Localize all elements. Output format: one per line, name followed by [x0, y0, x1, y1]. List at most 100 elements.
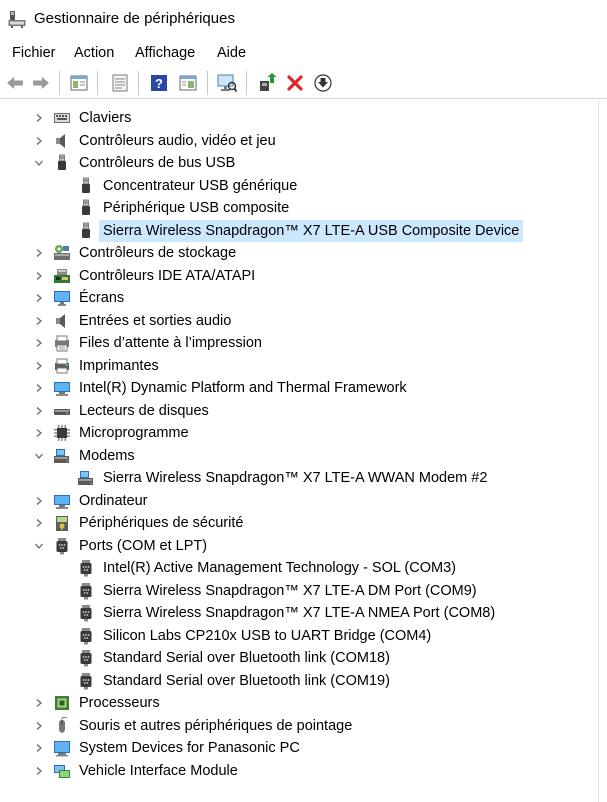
tree-device-sierra-wireless-snapdragon-x7-lte-a-dm-port-com9[interactable]: Sierra Wireless Snapdragon™ X7 LTE-A DM … [0, 580, 598, 602]
tree-category-lecteurs-de-disques[interactable]: Lecteurs de disques [0, 400, 598, 422]
chevron-right-icon[interactable] [34, 766, 44, 776]
tree-item-label: Silicon Labs CP210x USB to UART Bridge (… [103, 627, 432, 644]
chevron-right-icon[interactable] [34, 743, 44, 753]
tree-category-files-d-attente-a-l-impression[interactable]: Files d’attente à l’impression [0, 332, 598, 354]
back-icon[interactable] [4, 72, 26, 94]
tree-category-processeurs[interactable]: Processeurs [0, 692, 598, 714]
title-bar: Gestionnaire de périphériques [0, 0, 607, 40]
tree-item-label: Sierra Wireless Snapdragon™ X7 LTE-A USB… [99, 219, 524, 242]
tree-category-controleurs-de-stockage[interactable]: Contrôleurs de stockage [0, 242, 598, 264]
mouse-icon [53, 716, 71, 735]
tree-device-peripherique-usb-composite[interactable]: Périphérique USB composite [0, 197, 598, 219]
chevron-right-icon[interactable] [34, 361, 44, 371]
help-icon[interactable]: ? [148, 72, 170, 94]
tree-device-sierra-wireless-snapdragon-x7-lte-a-wwan-modem-2[interactable]: Sierra Wireless Snapdragon™ X7 LTE-A WWA… [0, 467, 598, 489]
tree-device-standard-serial-over-bluetooth-link-com18[interactable]: Standard Serial over Bluetooth link (COM… [0, 647, 598, 669]
chevron-right-icon[interactable] [34, 338, 44, 348]
disk-drive-icon [53, 402, 71, 420]
list-view-icon[interactable] [109, 72, 131, 94]
uninstall-device-icon[interactable] [284, 72, 306, 94]
chevron-right-icon[interactable] [34, 316, 44, 326]
tree-item-label: Intel(R) Dynamic Platform and Thermal Fr… [79, 380, 407, 396]
tree-category-ordinateur[interactable]: Ordinateur [0, 490, 598, 512]
tree-item-label: Périphériques de sécurité [79, 515, 244, 531]
computer-icon [53, 492, 71, 510]
chevron-right-icon[interactable] [34, 698, 44, 708]
chevron-right-icon[interactable] [34, 293, 44, 303]
tree-category-controleurs-ide-ata-atapi[interactable]: Contrôleurs IDE ATA/ATAPI [0, 265, 598, 287]
chevron-right-icon[interactable] [34, 136, 44, 146]
properties-pane-icon[interactable] [68, 72, 90, 94]
device-tree: Claviers Contrôleurs audio, vidéo et jeu C… [0, 100, 598, 802]
tree-category-imprimantes[interactable]: Imprimantes [0, 355, 598, 377]
tree-item-label: Concentrateur USB générique [103, 177, 298, 194]
window-title: Gestionnaire de périphériques [34, 10, 235, 27]
menu-action[interactable]: Action [74, 44, 114, 62]
port-icon [53, 537, 71, 555]
tree-device-intel-r-active-management-technology-sol-com3[interactable]: Intel(R) Active Management Technology - … [0, 557, 598, 579]
tree-item-label: Lecteurs de disques [79, 402, 209, 419]
port-icon [77, 627, 95, 645]
chevron-right-icon[interactable] [34, 248, 44, 258]
chevron-right-icon[interactable] [34, 428, 44, 438]
tree-category-ports-com-et-lpt[interactable]: Ports (COM et LPT) [0, 535, 598, 557]
device-manager-app-icon [8, 10, 26, 28]
keyboard-icon [53, 109, 71, 127]
tree-item-label: Sierra Wireless Snapdragon™ X7 LTE-A NME… [103, 605, 496, 621]
tree-category-controleurs-de-bus-usb[interactable]: Contrôleurs de bus USB [0, 152, 598, 174]
tree-item-label: Sierra Wireless Snapdragon™ X7 LTE-A DM … [103, 582, 477, 599]
chevron-down-icon[interactable] [34, 541, 44, 551]
storage-controller-icon [53, 244, 71, 262]
tree-category-controleurs-audio-video-et-jeu[interactable]: Contrôleurs audio, vidéo et jeu [0, 130, 598, 152]
tree-item-label: Modems [79, 447, 135, 464]
tree-category-microprogramme[interactable]: Microprogramme [0, 422, 598, 444]
tree-device-silicon-labs-cp210x-usb-to-uart-bridge-com4[interactable]: Silicon Labs CP210x USB to UART Bridge (… [0, 625, 598, 647]
usb-plug-icon [53, 154, 71, 172]
speaker-icon [53, 132, 71, 150]
chevron-right-icon[interactable] [34, 496, 44, 506]
scan-hardware-icon[interactable] [216, 72, 238, 94]
speaker-icon [53, 312, 71, 330]
tree-item-label: Microprogramme [79, 425, 189, 441]
tree-device-standard-serial-over-bluetooth-link-com19[interactable]: Standard Serial over Bluetooth link (COM… [0, 670, 598, 692]
tree-item-label: Standard Serial over Bluetooth link (COM… [103, 672, 390, 689]
tree-category-souris-et-autres-peripheriques-de-pointage[interactable]: Souris et autres périphériques de pointa… [0, 715, 598, 737]
port-icon [77, 649, 95, 667]
tree-device-sierra-wireless-snapdragon-x7-lte-a-usb-composite-device[interactable]: Sierra Wireless Snapdragon™ X7 LTE-A USB… [0, 219, 598, 242]
tree-item-label: Contrôleurs audio, vidéo et jeu [79, 132, 276, 149]
tree-item-label: Imprimantes [79, 357, 159, 374]
tree-device-concentrateur-usb-generique[interactable]: Concentrateur USB générique [0, 175, 598, 197]
tree-category-vehicle-interface-module[interactable]: Vehicle Interface Module [0, 760, 598, 782]
chevron-right-icon[interactable] [34, 271, 44, 281]
tree-category-entrees-et-sorties-audio[interactable]: Entrées et sorties audio [0, 310, 598, 332]
chevron-right-icon[interactable] [34, 518, 44, 528]
tree-item-label: Périphérique USB composite [103, 200, 290, 216]
computer-icon [53, 379, 71, 397]
tree-category-intel-r-dynamic-platform-and-thermal-framework[interactable]: Intel(R) Dynamic Platform and Thermal Fr… [0, 377, 598, 399]
toolbar: ? [0, 66, 607, 99]
menu-aide[interactable]: Aide [217, 44, 246, 62]
tree-category-modems[interactable]: Modems [0, 445, 598, 467]
update-driver-icon[interactable] [256, 72, 278, 94]
port-icon [77, 559, 95, 577]
tree-category-claviers[interactable]: Claviers [0, 107, 598, 129]
menu-fichier[interactable]: Fichier [12, 44, 56, 62]
chevron-right-icon[interactable] [34, 383, 44, 393]
chevron-right-icon[interactable] [34, 721, 44, 731]
chevron-down-icon[interactable] [34, 451, 44, 461]
chevron-down-icon[interactable] [34, 158, 44, 168]
tree-item-label: Standard Serial over Bluetooth link (COM… [103, 650, 390, 666]
tree-device-sierra-wireless-snapdragon-x7-lte-a-nmea-port-com8[interactable]: Sierra Wireless Snapdragon™ X7 LTE-A NME… [0, 602, 598, 624]
chevron-right-icon[interactable] [34, 113, 44, 123]
network-icon [53, 762, 71, 780]
download-driver-icon[interactable] [312, 72, 334, 94]
menu-affichage[interactable]: Affichage [135, 44, 195, 62]
tree-category-system-devices-for-panasonic-pc[interactable]: System Devices for Panasonic PC [0, 737, 598, 759]
forward-icon[interactable] [30, 72, 52, 94]
tree-category-ecrans[interactable]: Écrans [0, 287, 598, 309]
panel-icon[interactable] [177, 72, 199, 94]
chevron-right-icon[interactable] [34, 406, 44, 416]
tree-category-peripheriques-de-securite[interactable]: Périphériques de sécurité [0, 512, 598, 534]
usb-plug-icon [77, 199, 95, 217]
port-icon [77, 672, 95, 690]
